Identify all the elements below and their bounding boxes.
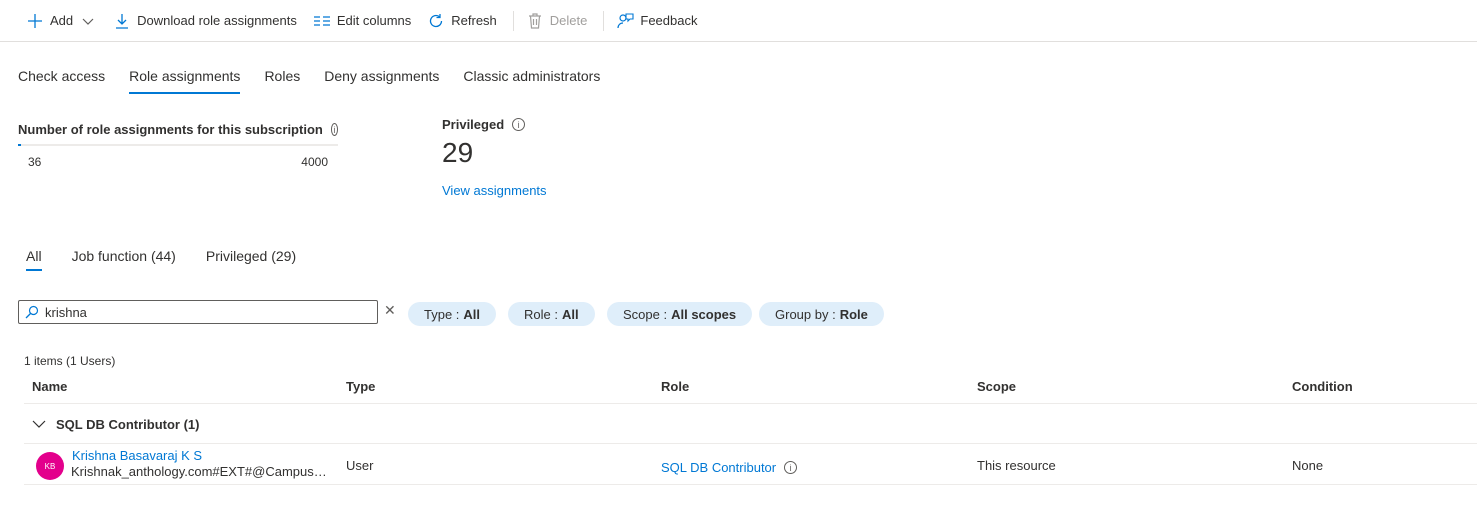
delete-label: Delete xyxy=(549,13,588,28)
feedback-icon xyxy=(616,12,634,30)
role-filter-label: Role : xyxy=(524,306,558,322)
condition-cell: None xyxy=(1292,458,1324,473)
search-field[interactable] xyxy=(18,300,378,324)
user-email: Krishnak_anthology.com#EXT#@CampusNexus.… xyxy=(71,464,335,479)
count-title-row: Number of role assignments for this subs… xyxy=(18,122,338,137)
groupby-filter-pill[interactable]: Group by : Role xyxy=(759,302,884,326)
privileged-card: Privileged i 29 View assignments xyxy=(442,117,547,198)
info-icon[interactable]: i xyxy=(330,123,338,136)
scope-filter-pill[interactable]: Scope : All scopes xyxy=(607,302,753,326)
feedback-label: Feedback xyxy=(640,13,698,28)
tab-classic-administrators[interactable]: Classic administrators xyxy=(463,64,600,94)
access-control-tabs: Check access Role assignments Roles Deny… xyxy=(18,64,624,94)
type-filter-pill[interactable]: Type : All xyxy=(408,302,497,326)
add-button[interactable]: Add xyxy=(20,6,103,36)
privileged-title-row: Privileged i xyxy=(442,117,547,132)
items-count: 1 items (1 Users) xyxy=(24,354,116,368)
assignment-filter-tabs: All Job function (44) Privileged (29) xyxy=(26,245,326,271)
tab-roles[interactable]: Roles xyxy=(264,64,300,94)
toolbar-divider xyxy=(512,10,514,31)
type-cell: User xyxy=(346,458,374,473)
user-name-link[interactable]: Krishna Basavaraj K S xyxy=(72,448,202,463)
chevron-down-icon[interactable] xyxy=(79,12,97,30)
groupby-filter-label: Group by : xyxy=(775,306,836,322)
column-header-scope[interactable]: Scope xyxy=(977,379,1016,394)
download-label: Download role assignments xyxy=(137,13,297,28)
refresh-icon xyxy=(427,12,445,30)
role-filter-value: All xyxy=(561,306,579,322)
count-progress-fill xyxy=(18,144,21,146)
table-header: Name Type Role Scope Condition xyxy=(24,370,1477,404)
role-filter-pill[interactable]: Role : All xyxy=(508,302,595,326)
current-count: 36 xyxy=(28,155,42,169)
clear-search-icon[interactable]: ✕ xyxy=(384,302,396,319)
progress-labels: 36 4000 xyxy=(18,155,338,169)
feedback-button[interactable]: Feedback xyxy=(610,6,703,36)
table-row[interactable]: KB Krishna Basavaraj K S Krishnak_anthol… xyxy=(24,445,1477,485)
tab-check-access[interactable]: Check access xyxy=(18,64,105,94)
type-filter-label: Type : xyxy=(424,306,460,322)
column-header-name[interactable]: Name xyxy=(32,379,67,394)
info-icon[interactable]: i xyxy=(784,461,798,474)
toolbar-divider xyxy=(603,10,605,31)
privileged-count: 29 xyxy=(442,137,474,168)
count-progress-bar xyxy=(18,144,338,146)
delete-button[interactable]: Delete xyxy=(520,6,594,36)
privileged-title: Privileged xyxy=(442,117,505,132)
groupby-filter-value: Role xyxy=(839,306,868,322)
column-header-condition[interactable]: Condition xyxy=(1292,379,1353,394)
max-count: 4000 xyxy=(301,155,328,169)
columns-icon xyxy=(313,12,331,30)
plus-icon xyxy=(26,12,44,30)
command-bar: Add Download role assignments Edit colum… xyxy=(0,0,1477,42)
role-cell: SQL DB Contributor i xyxy=(661,460,798,475)
tab-role-assignments[interactable]: Role assignments xyxy=(129,64,241,94)
count-title: Number of role assignments for this subs… xyxy=(18,122,323,137)
add-label: Add xyxy=(50,13,74,28)
subtab-job-function[interactable]: Job function (44) xyxy=(72,245,176,271)
edit-columns-button[interactable]: Edit columns xyxy=(307,6,417,36)
refresh-button[interactable]: Refresh xyxy=(421,6,503,36)
scope-cell: This resource xyxy=(977,458,1056,473)
scope-filter-value: All scopes xyxy=(671,306,737,322)
info-icon[interactable]: i xyxy=(512,118,526,131)
scope-filter-label: Scope : xyxy=(623,306,668,322)
group-label: SQL DB Contributor (1) xyxy=(56,416,200,432)
tab-deny-assignments[interactable]: Deny assignments xyxy=(324,64,439,94)
chevron-down-icon[interactable] xyxy=(32,417,46,431)
column-header-role[interactable]: Role xyxy=(661,379,689,394)
role-assignment-count-card: Number of role assignments for this subs… xyxy=(18,122,338,169)
column-header-type[interactable]: Type xyxy=(346,379,375,394)
search-input[interactable] xyxy=(45,304,345,320)
subtab-privileged[interactable]: Privileged (29) xyxy=(206,245,296,271)
role-link[interactable]: SQL DB Contributor xyxy=(661,460,776,475)
group-row: SQL DB Contributor (1) xyxy=(24,405,1477,444)
refresh-label: Refresh xyxy=(451,13,497,28)
search-icon xyxy=(25,305,39,319)
download-icon xyxy=(113,12,131,30)
type-filter-value: All xyxy=(463,306,481,322)
edit-columns-label: Edit columns xyxy=(336,13,412,28)
subtab-all[interactable]: All xyxy=(26,245,42,271)
avatar: KB xyxy=(36,452,64,480)
download-role-assignments-button[interactable]: Download role assignments xyxy=(107,6,303,36)
trash-icon xyxy=(526,12,544,30)
view-assignments-link[interactable]: View assignments xyxy=(442,183,547,198)
